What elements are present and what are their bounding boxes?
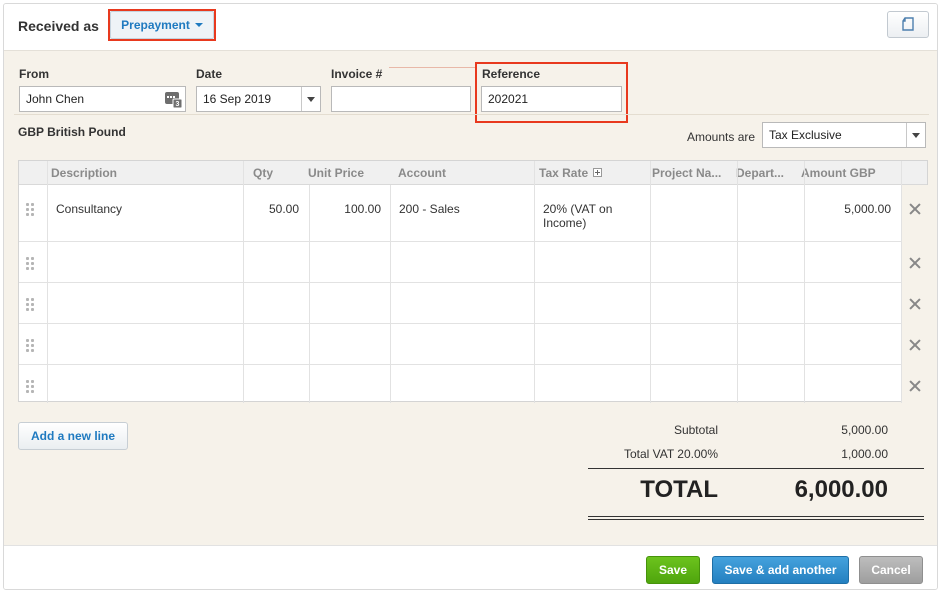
save-button[interactable]: Save — [646, 556, 700, 584]
add-new-line-button[interactable]: Add a new line — [18, 422, 128, 450]
column-header-description: Description — [51, 166, 118, 180]
table-row[interactable]: Consultancy 50.00 100.00 200 - Sales 20%… — [19, 186, 902, 241]
column-header-qty: Qty — [253, 166, 274, 180]
column-header-tax-rate: Tax Rate — [539, 166, 589, 180]
expand-plus-icon[interactable] — [593, 168, 602, 177]
header-divider — [14, 114, 929, 115]
chevron-down-icon — [307, 96, 315, 102]
column-header-amount: Amount GBP — [801, 166, 876, 180]
delete-x-icon[interactable] — [909, 298, 921, 310]
cell-tax-rate[interactable]: 20% (VAT on Income) — [543, 202, 628, 230]
cell-amount[interactable]: 5,000.00 — [806, 202, 891, 216]
column-header-project: Project Na... — [652, 166, 722, 180]
totals-divider — [588, 468, 924, 469]
cell-unit-price[interactable]: 100.00 — [311, 202, 381, 216]
contact-card-icon[interactable]: 3 — [164, 90, 182, 108]
copy-button[interactable] — [887, 11, 929, 38]
from-label: From — [19, 67, 49, 81]
column-header-account: Account — [398, 166, 446, 180]
svg-text:3: 3 — [176, 101, 180, 108]
cell-qty[interactable]: 50.00 — [249, 202, 299, 216]
delete-x-icon[interactable] — [909, 203, 921, 215]
save-and-add-another-button[interactable]: Save & add another — [712, 556, 849, 584]
drag-handle-icon[interactable] — [26, 298, 34, 312]
table-row[interactable] — [19, 283, 902, 323]
amounts-are-select[interactable]: Tax Exclusive — [762, 122, 926, 148]
cancel-button[interactable]: Cancel — [859, 556, 923, 584]
column-header-department: Depart... — [736, 166, 785, 180]
cell-description[interactable]: Consultancy — [56, 202, 122, 216]
drag-handle-icon[interactable] — [26, 380, 34, 394]
bill-form-panel: Received as Prepayment From Date Invoice… — [3, 3, 938, 590]
from-field[interactable]: John Chen 3 — [19, 86, 186, 112]
subtotal-label: Subtotal — [673, 423, 718, 437]
table-row[interactable] — [19, 242, 902, 282]
invoice-number-field[interactable] — [331, 86, 471, 112]
date-value: 16 Sep 2019 — [203, 92, 272, 106]
vat-label: Total VAT 20.00% — [623, 447, 718, 461]
chevron-down-icon — [912, 132, 920, 138]
currency-label: GBP British Pound — [18, 125, 126, 139]
chevron-down-icon — [194, 23, 203, 27]
delete-x-icon[interactable] — [909, 339, 921, 351]
form-footer: Save Save & add another Cancel — [4, 545, 937, 589]
reference-field[interactable]: 202021 — [481, 86, 622, 112]
received-as-label: Received as — [18, 18, 99, 34]
amounts-are-value: Tax Exclusive — [769, 128, 842, 142]
table-header: Description Qty Unit Price Account Tax R… — [19, 161, 927, 185]
column-header-unit-price: Unit Price — [308, 166, 365, 180]
table-row[interactable] — [19, 324, 902, 364]
delete-column-bg — [902, 185, 928, 402]
total-value: 6,000.00 — [794, 476, 888, 503]
table-row[interactable] — [19, 365, 902, 402]
drag-handle-icon[interactable] — [26, 339, 34, 353]
delete-x-icon[interactable] — [909, 257, 921, 269]
date-label: Date — [196, 67, 223, 81]
line-items-table: Description Qty Unit Price Account Tax R… — [18, 160, 928, 403]
date-field[interactable]: 16 Sep 2019 — [196, 86, 321, 112]
total-double-underline — [588, 516, 924, 520]
received-as-value: Prepayment — [121, 18, 190, 32]
drag-handle-icon[interactable] — [26, 203, 34, 217]
drag-handle-icon[interactable] — [26, 257, 34, 271]
invoice-label-underline — [389, 67, 475, 68]
delete-x-icon[interactable] — [909, 380, 921, 392]
date-dropdown-toggle[interactable] — [301, 87, 320, 111]
amounts-dropdown-toggle[interactable] — [906, 123, 925, 147]
vat-value: 1,000.00 — [841, 447, 888, 461]
amounts-are-label: Amounts are — [687, 130, 756, 144]
reference-value: 202021 — [488, 92, 529, 106]
total-label: TOTAL — [640, 476, 718, 503]
top-bar: Received as Prepayment — [4, 4, 937, 51]
copy-document-icon — [902, 16, 914, 31]
invoice-number-label: Invoice # — [331, 67, 383, 81]
subtotal-value: 5,000.00 — [841, 423, 888, 437]
from-value: John Chen — [26, 92, 85, 106]
received-as-dropdown[interactable]: Prepayment — [110, 11, 214, 39]
cell-account[interactable]: 200 - Sales — [399, 202, 460, 216]
